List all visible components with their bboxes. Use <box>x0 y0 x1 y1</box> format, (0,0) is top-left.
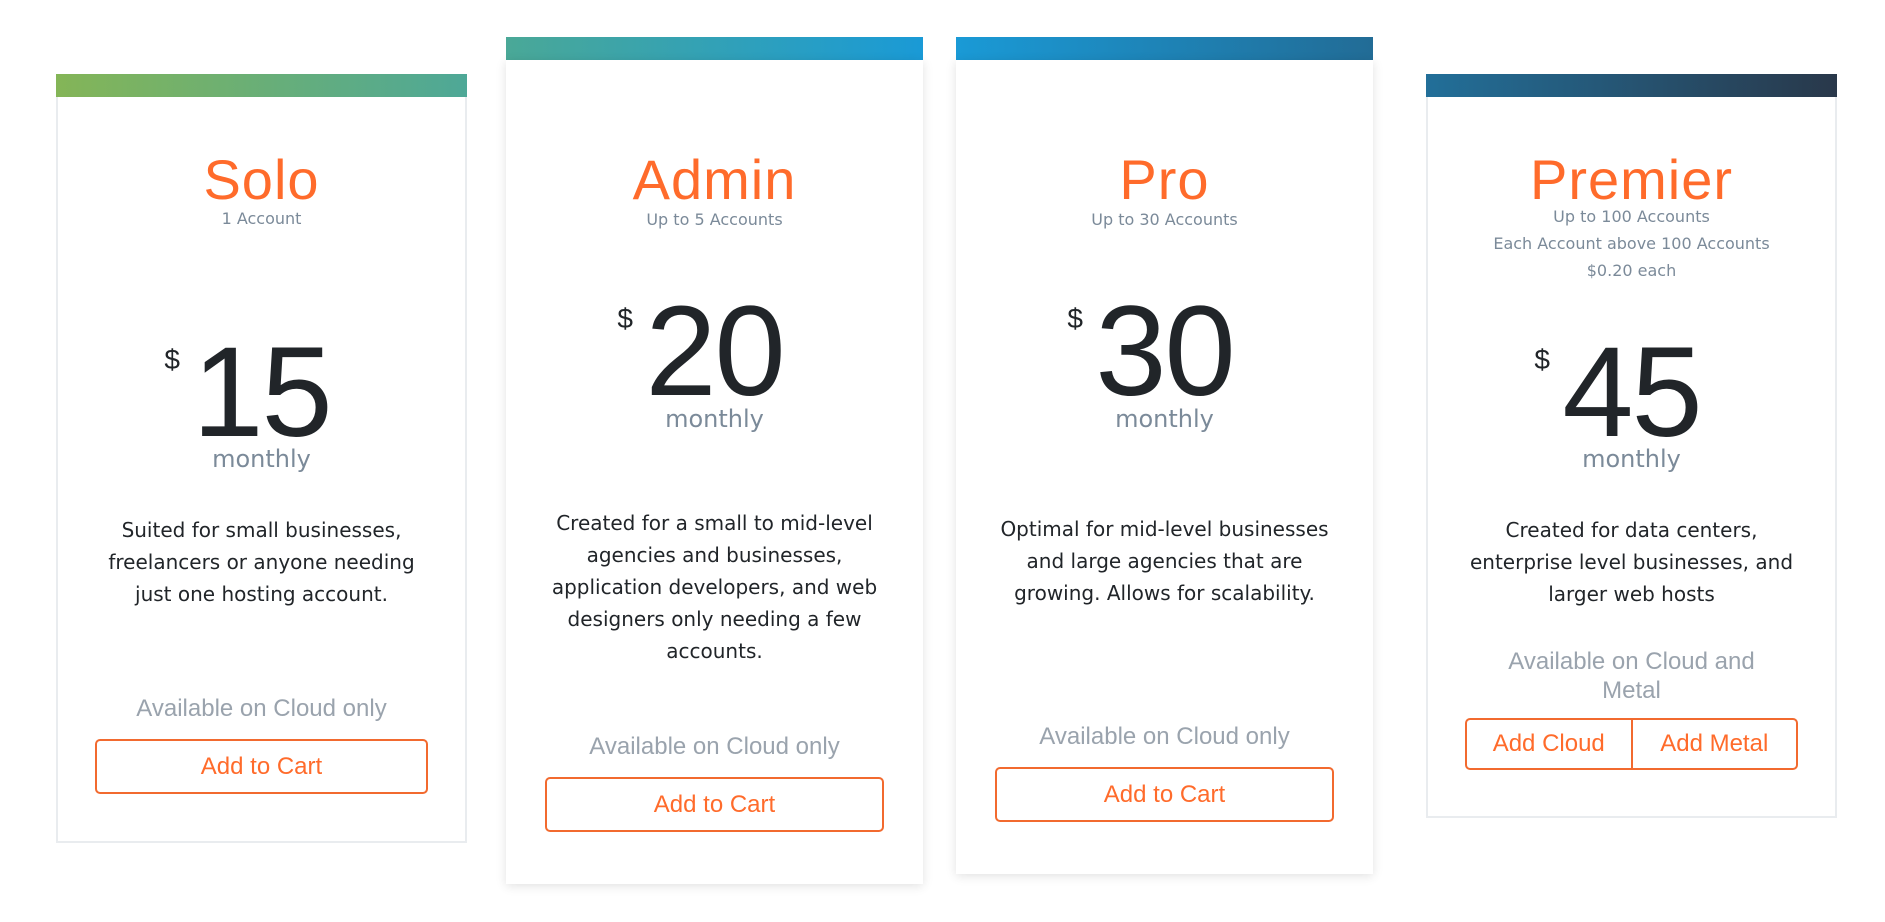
currency-symbol: $ <box>1067 303 1083 334</box>
plan-name: Premier <box>1529 148 1734 211</box>
plan-availability: Available on Cloud and Metal <box>1508 648 1755 704</box>
plan-card-premier: Premier Up to 100 Accounts Each Account … <box>1426 74 1837 818</box>
plan-availability: Available on Cloud only <box>589 733 840 760</box>
plan-card-accent-bar <box>506 37 923 60</box>
plan-price: $ 15 <box>56 329 467 457</box>
billing-period: monthly <box>665 405 764 433</box>
add-metal-button[interactable]: Add Metal <box>1630 720 1797 768</box>
billing-period: monthly <box>1582 445 1681 473</box>
price-amount: 20 <box>645 280 785 423</box>
plan-card-accent-bar <box>1426 74 1837 97</box>
plan-accounts: Up to 30 Accounts <box>1091 210 1238 229</box>
price-amount: 15 <box>192 321 332 464</box>
plan-card-pro: Pro Up to 30 Accounts $ 30 monthly Optim… <box>956 37 1373 874</box>
plan-card-accent-bar <box>56 74 467 97</box>
plan-card-accent-bar <box>956 37 1373 60</box>
plan-card-admin: Admin Up to 5 Accounts $ 20 monthly Crea… <box>506 37 923 884</box>
plan-price: $ 30 <box>956 288 1373 416</box>
plan-accounts: Up to 5 Accounts <box>646 210 783 229</box>
plan-price: $ 20 <box>506 288 923 416</box>
add-to-cart-button[interactable]: Add to Cart <box>995 767 1334 822</box>
plan-availability: Available on Cloud only <box>136 695 387 722</box>
plan-overage-note: Each Account above 100 Accounts <box>1493 234 1770 253</box>
currency-symbol: $ <box>164 344 180 375</box>
plan-card-solo: Solo 1 Account $ 15 monthly Suited for s… <box>56 74 467 843</box>
add-button-group: Add Cloud Add Metal <box>1465 718 1798 770</box>
plan-accounts: Up to 100 Accounts <box>1553 207 1710 226</box>
plan-description: Suited for small businesses, freelancers… <box>108 518 415 606</box>
plan-description: Created for a small to mid-level agencie… <box>551 511 878 663</box>
plan-name: Pro <box>1119 148 1210 211</box>
price-amount: 30 <box>1095 280 1235 423</box>
plan-price: $ 45 <box>1426 329 1837 457</box>
billing-period: monthly <box>1115 405 1214 433</box>
add-to-cart-button[interactable]: Add to Cart <box>545 777 884 832</box>
plan-availability: Available on Cloud only <box>1039 723 1290 750</box>
plan-name: Admin <box>632 148 797 211</box>
currency-symbol: $ <box>1534 344 1550 375</box>
plan-overage-price: $0.20 each <box>1586 261 1677 280</box>
billing-period: monthly <box>212 445 311 473</box>
add-to-cart-button[interactable]: Add to Cart <box>95 739 428 794</box>
currency-symbol: $ <box>617 303 633 334</box>
add-cloud-button[interactable]: Add Cloud <box>1467 720 1631 768</box>
price-amount: 45 <box>1562 321 1702 464</box>
plan-description: Optimal for mid-level businesses and lar… <box>1000 517 1329 605</box>
plan-description: Created for data centers, enterprise lev… <box>1469 518 1794 606</box>
plan-name: Solo <box>203 148 320 211</box>
plan-accounts: 1 Account <box>221 209 302 228</box>
